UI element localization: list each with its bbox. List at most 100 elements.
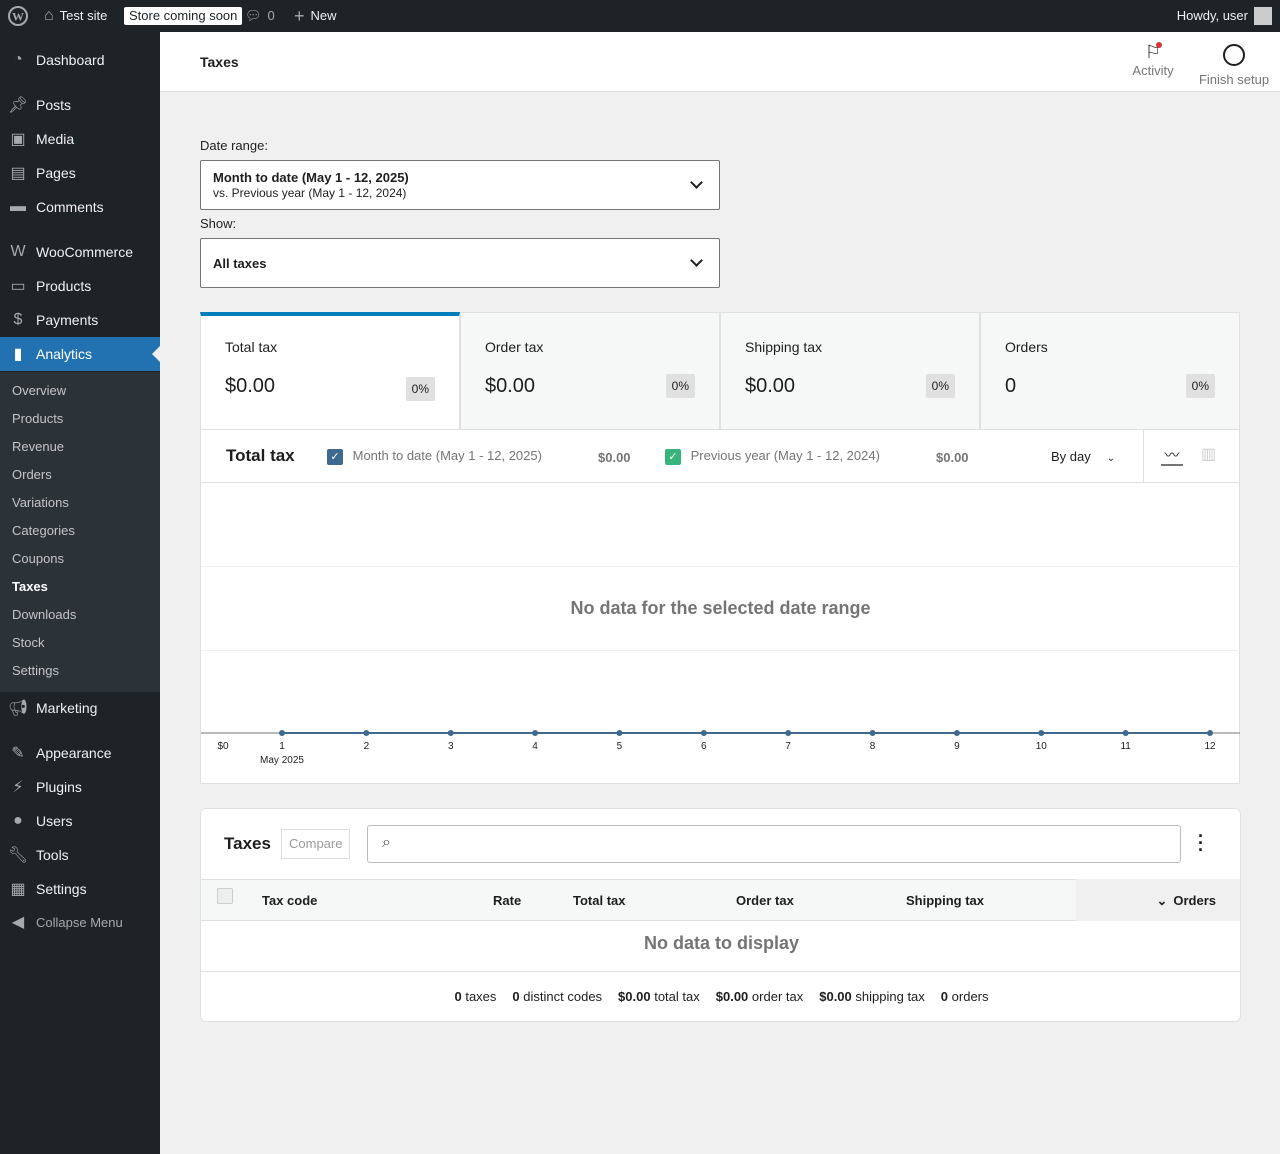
wrench-icon: 🔧︎ xyxy=(7,847,29,864)
submenu-item-downloads[interactable]: Downloads xyxy=(12,601,76,629)
legend-item-previous[interactable]: ✓ Previous year (May 1 - 12, 2024) xyxy=(665,448,880,465)
page-header: Taxes ⚐ Activity Finish setup xyxy=(160,32,1280,92)
column-header-orders[interactable]: ⌄ Orders xyxy=(1156,893,1216,909)
select-all-checkbox[interactable] xyxy=(217,888,233,904)
sidebar-item-label: Collapse Menu xyxy=(36,914,123,930)
card-delta: 0% xyxy=(665,374,695,398)
column-header-total-tax[interactable]: Total tax xyxy=(573,893,626,908)
sidebar-item-label: Tools xyxy=(36,847,69,863)
submenu-item-settings[interactable]: Settings xyxy=(12,657,59,685)
comments-link[interactable]: 💬︎ 0 xyxy=(245,0,275,32)
summary-item: $0.00 shipping tax xyxy=(819,989,925,1004)
column-header-rate[interactable]: Rate xyxy=(493,893,521,908)
sidebar-item-tools[interactable]: 🔧︎ Tools xyxy=(0,838,160,872)
sidebar-item-label: WooCommerce xyxy=(36,244,133,260)
more-options-icon[interactable]: · · · xyxy=(1198,827,1204,859)
submenu-item-stock[interactable]: Stock xyxy=(12,629,45,657)
sidebar-item-users[interactable]: ● Users xyxy=(0,804,160,838)
data-point[interactable] xyxy=(785,730,792,736)
sidebar-item-pages[interactable]: ▤ Pages xyxy=(0,156,160,190)
date-compare-value: vs. Previous year (May 1 - 12, 2024) xyxy=(213,186,407,200)
submenu-item-orders[interactable]: Orders xyxy=(12,461,52,489)
submenu-item-coupons[interactable]: Coupons xyxy=(12,545,64,573)
sidebar-item-marketing[interactable]: 📢︎ Marketing xyxy=(0,691,160,725)
data-point[interactable] xyxy=(700,730,707,736)
sidebar-item-woocommerce[interactable]: W WooCommerce xyxy=(0,235,160,269)
submenu-item-overview[interactable]: Overview xyxy=(12,377,66,405)
summary-card-orders[interactable]: Orders 0 0% xyxy=(980,312,1240,430)
sidebar-item-settings[interactable]: ▦ Settings xyxy=(0,872,160,906)
progress-ring-icon xyxy=(1223,44,1245,66)
card-value: $0.00 xyxy=(745,375,796,397)
summary-card-total-tax[interactable]: Total tax $0.00 0% xyxy=(200,312,460,430)
sidebar-item-payments[interactable]: $ Payments xyxy=(0,303,160,337)
sidebar-item-plugins[interactable]: ⚡︎ Plugins xyxy=(0,770,160,804)
archive-icon: ▭ xyxy=(10,278,26,295)
data-point[interactable] xyxy=(532,730,539,736)
summary-card-order-tax[interactable]: Order tax $0.00 0% xyxy=(460,312,720,430)
y-tick-label: $0 xyxy=(217,741,229,752)
data-point[interactable] xyxy=(616,730,623,736)
brush-icon: ✎ xyxy=(11,745,25,762)
sidebar-item-label: Products xyxy=(36,278,92,294)
sidebar-item-label: Payments xyxy=(36,312,99,328)
table-empty-message: No data to display xyxy=(643,933,800,953)
data-point[interactable] xyxy=(1207,730,1213,736)
submenu-item-revenue[interactable]: Revenue xyxy=(12,433,64,461)
wordpress-logo-icon[interactable]: W xyxy=(8,0,28,32)
date-range-label: Date range: xyxy=(200,138,268,153)
line-chart-icon[interactable]: 〰 xyxy=(1161,444,1183,466)
x-tick-label: 6 xyxy=(701,741,707,752)
submenu-item-products[interactable]: Products xyxy=(12,405,63,433)
sidebar-item-media[interactable]: ▣ Media xyxy=(0,122,160,156)
column-header-shipping-tax[interactable]: Shipping tax xyxy=(906,893,984,908)
search-input[interactable]: ⌕ xyxy=(367,825,1181,863)
submenu-item-taxes[interactable]: Taxes xyxy=(12,573,48,601)
sidebar-item-analytics[interactable]: ▮ Analytics xyxy=(0,337,160,371)
data-point[interactable] xyxy=(363,730,370,736)
sidebar-item-label: Marketing xyxy=(36,700,98,716)
site-link[interactable]: ⌂ Test site xyxy=(44,0,107,32)
pin-icon: 📌︎ xyxy=(7,97,29,114)
compare-button[interactable]: Compare xyxy=(281,829,351,859)
column-header-order-tax[interactable]: Order tax xyxy=(736,893,794,908)
data-point[interactable] xyxy=(279,730,285,736)
sidebar-item-appearance[interactable]: ✎ Appearance xyxy=(0,736,160,770)
activity-button[interactable]: ⚐ Activity xyxy=(1125,42,1181,78)
card-value: $0.00 xyxy=(485,375,536,397)
new-content-link[interactable]: + New xyxy=(294,0,337,32)
x-tick-label: 4 xyxy=(532,741,538,752)
x-tick-label: 3 xyxy=(448,741,454,752)
sidebar-item-comments[interactable]: ▬ Comments xyxy=(0,190,160,224)
column-header-tax-code[interactable]: Tax code xyxy=(262,893,317,908)
show-select[interactable]: All taxes xyxy=(200,238,720,288)
summary-card-shipping-tax[interactable]: Shipping tax $0.00 0% xyxy=(720,312,980,430)
data-point[interactable] xyxy=(869,730,876,736)
sidebar-item-products[interactable]: ▭ Products xyxy=(0,269,160,303)
data-point[interactable] xyxy=(953,730,960,736)
chevron-down-icon xyxy=(690,176,703,189)
submenu-item-variations[interactable]: Variations xyxy=(12,489,69,517)
chart-panel: Total tax ✓ Month to date (May 1 - 12, 2… xyxy=(200,430,1240,784)
data-point[interactable] xyxy=(447,730,454,736)
sidebar-item-collapse-menu[interactable]: ◀ Collapse Menu xyxy=(0,905,160,939)
user-icon: ● xyxy=(13,812,23,829)
sidebar-item-posts[interactable]: 📌︎ Posts xyxy=(0,88,160,122)
x-tick-label: 1 xyxy=(279,741,285,752)
data-point[interactable] xyxy=(1122,730,1129,736)
sidebar-item-label: Posts xyxy=(36,97,72,113)
data-point[interactable] xyxy=(1038,730,1045,736)
submenu-item-categories[interactable]: Categories xyxy=(12,517,75,545)
woo-icon: W xyxy=(10,243,26,260)
sidebar-item-dashboard[interactable]: ◔ Dashboard xyxy=(0,43,160,77)
date-range-select[interactable]: Month to date (May 1 - 12, 2025) vs. Prev… xyxy=(200,160,720,210)
account-menu[interactable]: Howdy, user xyxy=(1177,0,1272,32)
summary-item: $0.00 order tax xyxy=(715,989,804,1004)
finish-setup-button[interactable]: Finish setup xyxy=(1196,44,1272,87)
interval-select[interactable]: By day ⌄ xyxy=(1051,449,1115,464)
store-status-badge[interactable]: Store coming soon xyxy=(124,7,243,25)
line-chart: $0 1 2 3 4 5 6 7 8 9 10 11 12May 2025 xyxy=(201,730,1240,766)
bar-chart-icon[interactable]: ▥ xyxy=(1201,444,1216,464)
dashboard-icon: ◔ xyxy=(13,51,23,68)
legend-item-current[interactable]: ✓ Month to date (May 1 - 12, 2025) xyxy=(327,448,542,465)
